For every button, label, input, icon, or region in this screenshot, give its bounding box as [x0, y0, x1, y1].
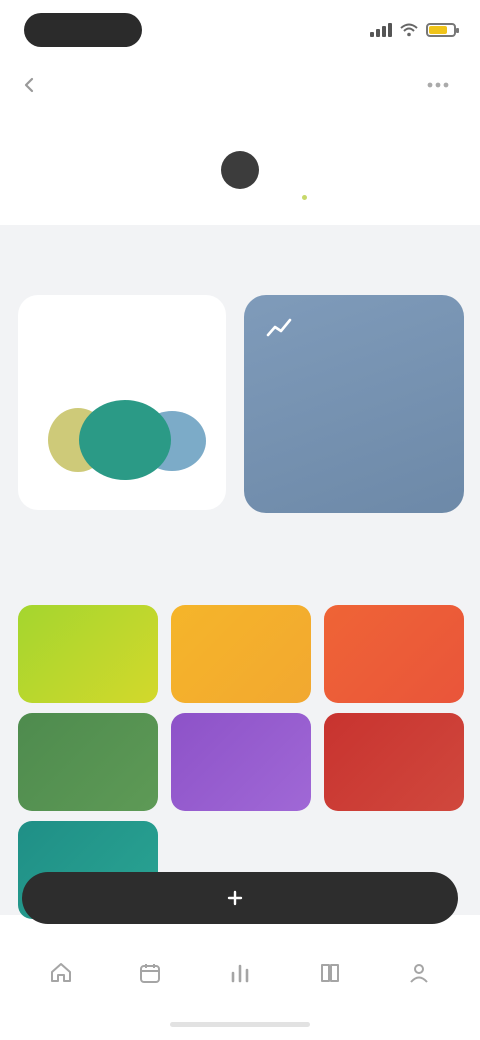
week-day[interactable] — [153, 145, 199, 209]
mood-tile[interactable] — [171, 605, 311, 703]
week-day-number — [28, 151, 66, 189]
tab-bar — [0, 940, 480, 1010]
mood-blob-graphic — [48, 400, 206, 480]
more-icon — [427, 82, 449, 88]
home-icon — [50, 963, 71, 982]
week-day-number — [92, 151, 130, 189]
week-day-number — [157, 151, 195, 189]
wifi-icon — [400, 23, 418, 37]
mood-tile[interactable] — [171, 713, 311, 811]
profile-icon — [410, 964, 428, 983]
more-button[interactable] — [420, 73, 456, 97]
stats-icon — [231, 964, 249, 983]
tab-item[interactable] — [31, 961, 91, 989]
status-bar — [0, 0, 480, 60]
tab-item[interactable] — [300, 961, 360, 989]
week-day[interactable] — [410, 145, 456, 209]
book-icon — [320, 964, 339, 982]
chevron-left-icon — [24, 77, 34, 93]
battery-icon — [426, 23, 459, 37]
status-time — [24, 13, 142, 47]
battery-level — [429, 26, 447, 34]
week-day-number — [350, 151, 388, 189]
week-day[interactable] — [217, 145, 263, 209]
signal-icon — [370, 23, 392, 37]
tab-item[interactable] — [389, 961, 449, 989]
mood-tile[interactable] — [324, 605, 464, 703]
mood-summary-card[interactable] — [18, 295, 226, 510]
chart-icon — [266, 318, 292, 337]
home-indicator — [170, 1022, 310, 1027]
tab-item[interactable] — [120, 961, 180, 989]
week-day[interactable] — [88, 145, 134, 209]
mood-tile[interactable] — [18, 605, 158, 703]
week-day-number — [285, 151, 323, 189]
plus-icon — [227, 890, 243, 906]
mood-tile[interactable] — [18, 713, 158, 811]
week-day-number — [414, 151, 452, 189]
week-day-number — [220, 151, 259, 189]
stat-card[interactable] — [244, 295, 464, 513]
header — [0, 60, 480, 110]
back-button[interactable] — [24, 77, 38, 93]
week-day[interactable] — [346, 145, 392, 209]
week-strip — [24, 145, 456, 215]
week-day[interactable] — [24, 145, 70, 209]
week-day[interactable] — [281, 145, 327, 209]
add-entry-button[interactable] — [22, 872, 458, 924]
tab-item[interactable] — [210, 961, 270, 989]
calendar-icon — [140, 964, 161, 983]
entry-dot — [301, 195, 307, 200]
status-icons — [370, 23, 459, 37]
mood-tile[interactable] — [324, 713, 464, 811]
